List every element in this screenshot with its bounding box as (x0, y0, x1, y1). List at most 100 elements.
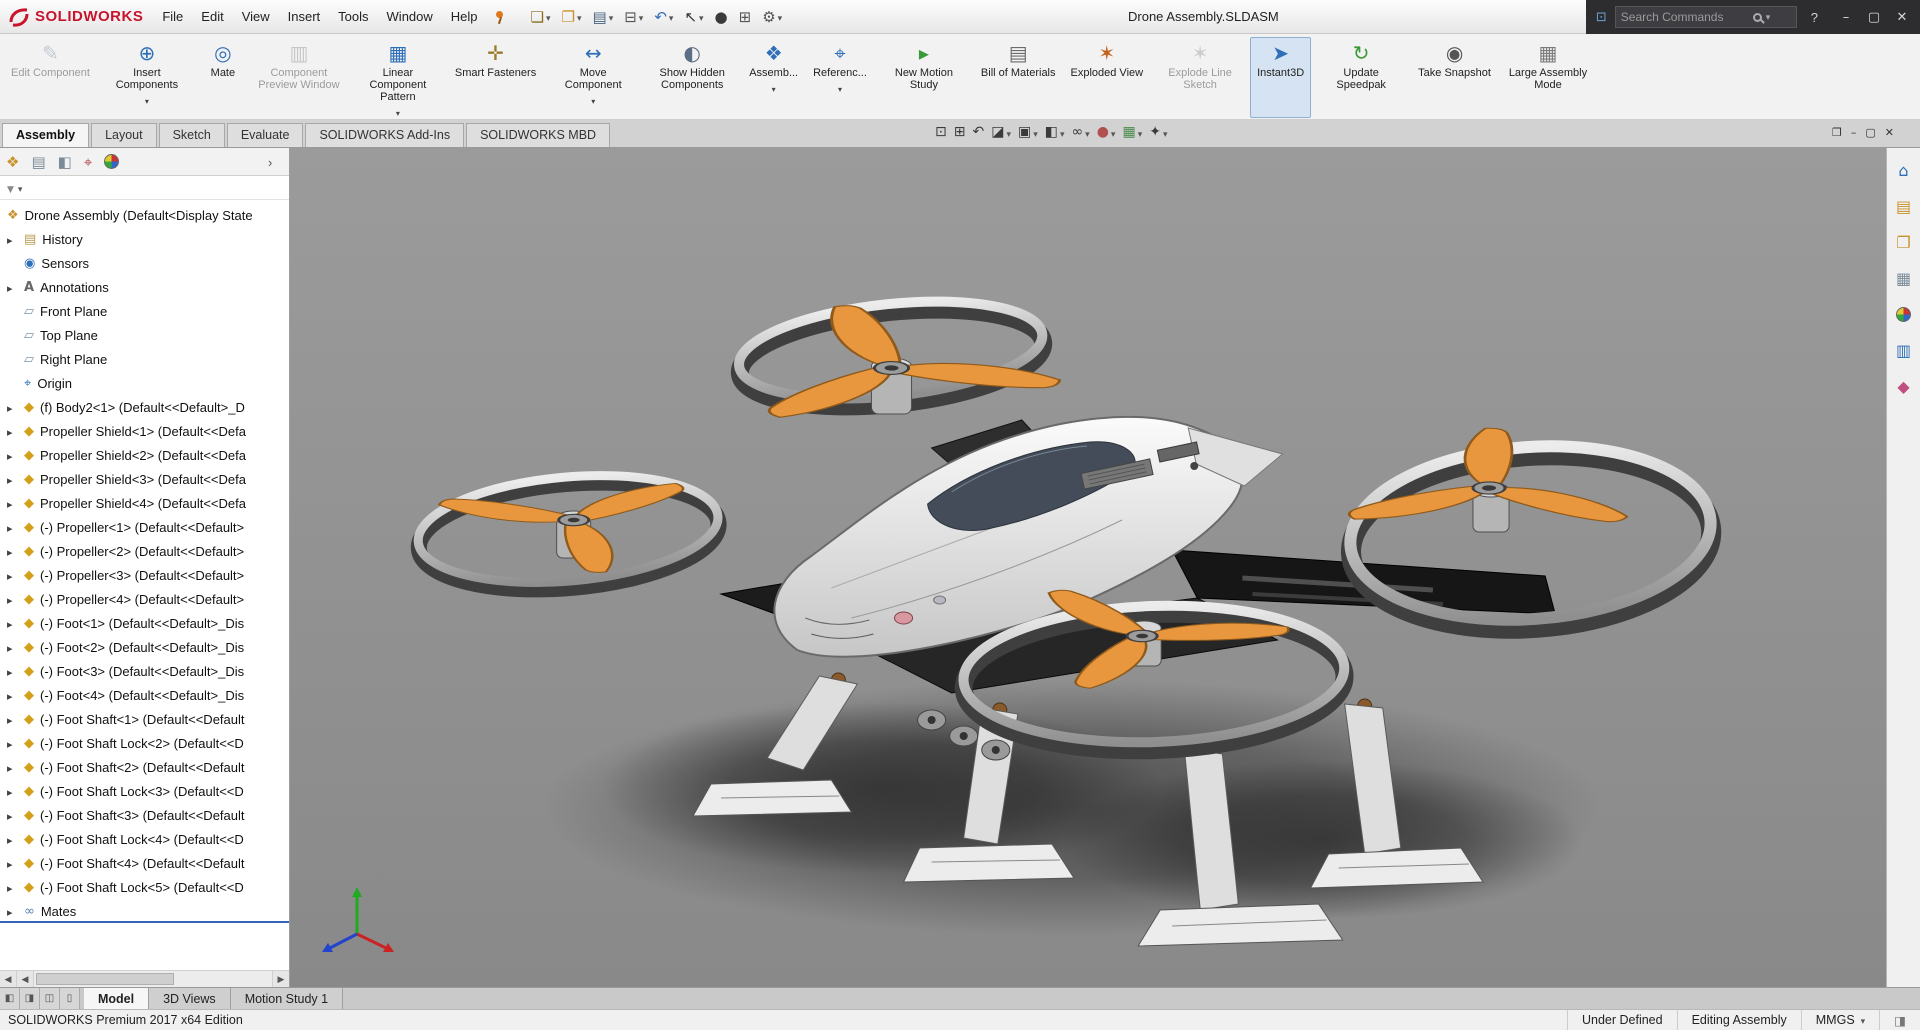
quick-tool-button[interactable] (589, 6, 618, 28)
view-settings[interactable] (1149, 124, 1167, 140)
ribbon-button[interactable]: Instant3D (1250, 37, 1311, 118)
tree-item[interactable]: (-) Foot<1> (Default<<Default>_Dis (0, 611, 289, 635)
dropdown-arrow-icon[interactable] (637, 9, 644, 24)
expand-arrow-icon[interactable] (7, 736, 13, 751)
menu-item[interactable]: Insert (279, 0, 330, 33)
expand-arrow-icon[interactable] (7, 784, 13, 799)
quick-tool-button[interactable] (620, 6, 647, 28)
tree-item[interactable]: Mates (0, 899, 289, 923)
dropdown-arrow-icon[interactable] (396, 104, 400, 119)
quick-tool-button[interactable] (558, 6, 586, 28)
tree-item[interactable]: Propeller Shield<3> (Default<<Defa (0, 467, 289, 491)
quick-tool-button[interactable] (758, 6, 786, 28)
minimize-window[interactable] (1832, 2, 1860, 33)
dropdown-arrow-icon[interactable] (1161, 125, 1168, 140)
tree-item[interactable]: (-) Propeller<2> (Default<<Default> (0, 539, 289, 563)
status-tag-button[interactable] (1879, 1010, 1920, 1030)
ribbon-button[interactable]: Component Preview Window (250, 37, 348, 118)
rollback-bar[interactable] (0, 921, 289, 923)
document-tab[interactable]: Motion Study 1 (231, 988, 343, 1009)
tree-item[interactable]: (-) Foot Shaft<2> (Default<<Default (0, 755, 289, 779)
dropdown-arrow-icon[interactable] (776, 9, 783, 24)
tree-item[interactable]: Right Plane (0, 347, 289, 371)
maximize-window[interactable] (1860, 2, 1888, 33)
document-tab[interactable]: Model (84, 988, 149, 1009)
tree-item[interactable]: Propeller Shield<1> (Default<<Defa (0, 419, 289, 443)
tree-item[interactable]: (-) Foot Shaft<1> (Default<<Default (0, 707, 289, 731)
tree-item[interactable]: (-) Foot Shaft<4> (Default<<Default (0, 851, 289, 875)
ribbon-button[interactable]: Take Snapshot (1411, 37, 1498, 118)
expand-arrow-icon[interactable] (7, 640, 13, 655)
edit-appearance[interactable] (1097, 124, 1116, 140)
ribbon-button[interactable]: Exploded View (1064, 37, 1151, 118)
tree-item[interactable]: (-) Foot<4> (Default<<Default>_Dis (0, 683, 289, 707)
dropdown-arrow-icon[interactable] (575, 9, 582, 24)
zoom-to-fit[interactable] (935, 124, 947, 140)
dropdown-arrow-icon[interactable] (544, 9, 551, 24)
expand-arrow-icon[interactable] (7, 568, 13, 583)
tree-item[interactable]: Annotations (0, 275, 289, 299)
dropdown-arrow-icon[interactable] (1109, 125, 1116, 140)
expand-arrow-icon[interactable] (7, 424, 13, 439)
tree-item[interactable]: (-) Foot Shaft Lock<5> (Default<<D (0, 875, 289, 899)
quick-tool-button[interactable] (735, 6, 756, 28)
dropdown-arrow-icon[interactable] (697, 9, 704, 24)
quick-tool-button[interactable] (650, 6, 677, 28)
tree-item[interactable]: Sensors (0, 251, 289, 275)
appearances-scenes-decals[interactable] (1892, 304, 1916, 324)
configurationmanager-tab[interactable] (58, 153, 72, 171)
graphics-area[interactable] (290, 148, 1886, 987)
zoom-to-area[interactable] (954, 124, 966, 140)
quick-tool-button[interactable] (680, 6, 707, 28)
close-window[interactable] (1888, 2, 1916, 33)
expand-arrow-icon[interactable] (7, 496, 13, 511)
reference-triad[interactable] (312, 879, 402, 959)
expand-arrow-icon[interactable] (7, 688, 13, 703)
design-library[interactable] (1892, 196, 1916, 216)
previous-view[interactable] (972, 124, 984, 140)
scroll-left-button[interactable]: ◀ (0, 971, 17, 987)
expand-arrow-icon[interactable] (7, 520, 13, 535)
minimize-document[interactable] (1851, 126, 1857, 139)
units-dropdown-icon[interactable] (1859, 1013, 1866, 1027)
dropdown-arrow-icon[interactable] (1083, 125, 1090, 140)
dropdown-arrow-icon[interactable] (1058, 125, 1065, 140)
section-view[interactable] (991, 124, 1011, 140)
command-tab[interactable]: Assembly (2, 123, 89, 147)
propertymanager-tab[interactable] (31, 153, 45, 171)
tree-item[interactable]: (-) Foot<3> (Default<<Default>_Dis (0, 659, 289, 683)
view-orientation[interactable] (1018, 124, 1038, 140)
pane-control-4[interactable] (60, 988, 80, 1009)
menu-item[interactable]: Edit (192, 0, 232, 33)
ribbon-button[interactable]: Update Speedpak (1312, 37, 1410, 118)
expand-arrow-icon[interactable] (7, 544, 13, 559)
tree-item[interactable]: (-) Foot Shaft Lock<2> (Default<<D (0, 731, 289, 755)
ribbon-button[interactable]: Move Component (544, 37, 642, 118)
tree-item[interactable]: (-) Foot Shaft Lock<4> (Default<<D (0, 827, 289, 851)
dropdown-arrow-icon[interactable] (145, 92, 149, 107)
scrollbar-thumb[interactable] (36, 973, 174, 985)
ribbon-button[interactable]: Assemb... (742, 37, 805, 118)
pin-menu-icon[interactable] (493, 9, 507, 25)
scroll-right-button[interactable]: ▶ (272, 971, 289, 987)
document-tab[interactable]: 3D Views (149, 988, 231, 1009)
expand-arrow-icon[interactable] (7, 448, 13, 463)
expand-arrow-icon[interactable] (7, 616, 13, 631)
expand-arrow-icon[interactable] (7, 232, 13, 247)
ribbon-button[interactable]: Insert Components (98, 37, 196, 118)
ribbon-button[interactable]: Bill of Materials (974, 37, 1063, 118)
expand-arrow-icon[interactable] (7, 880, 13, 895)
tree-item[interactable]: (-) Foot<2> (Default<<Default>_Dis (0, 635, 289, 659)
search-input[interactable] (1621, 10, 1749, 24)
tree-item[interactable]: Propeller Shield<2> (Default<<Defa (0, 443, 289, 467)
tree-item[interactable]: Top Plane (0, 323, 289, 347)
expand-arrow-icon[interactable] (7, 904, 13, 919)
ribbon-button[interactable]: Large Assembly Mode (1499, 37, 1597, 118)
expand-arrow-icon[interactable] (7, 760, 13, 775)
dropdown-arrow-icon[interactable] (1004, 125, 1011, 140)
ribbon-button[interactable]: Mate (197, 37, 249, 118)
pane-control-3[interactable] (40, 988, 60, 1009)
pane-control-1[interactable] (0, 988, 20, 1009)
dropdown-arrow-icon[interactable] (838, 80, 842, 95)
tree-item[interactable]: (-) Propeller<3> (Default<<Default> (0, 563, 289, 587)
